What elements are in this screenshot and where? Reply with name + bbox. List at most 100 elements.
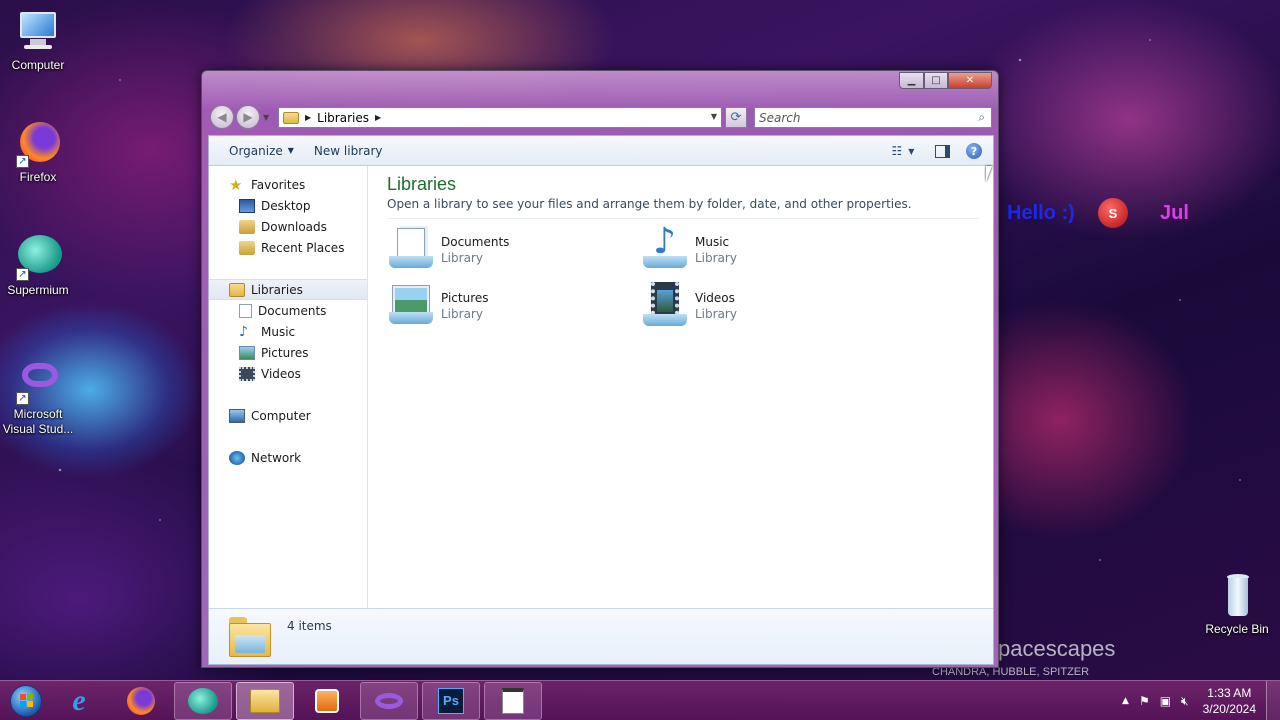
volume-muted-icon[interactable]: 🔇︎ bbox=[1181, 694, 1189, 709]
desktop-icon-firefox[interactable]: ↗ Firefox bbox=[0, 120, 76, 184]
desktop-icon-label: Recycle Bin bbox=[1205, 622, 1269, 636]
libraries-folder-icon bbox=[229, 282, 245, 297]
breadcrumb-libraries[interactable]: Libraries bbox=[317, 111, 369, 125]
recent-pages-chevron-down-icon[interactable]: ▼ bbox=[263, 113, 269, 122]
nav-item-recent-places[interactable]: Recent Places bbox=[209, 237, 367, 258]
chevron-down-icon: ▼ bbox=[287, 146, 294, 155]
shortcut-arrow-icon: ↗ bbox=[16, 392, 29, 405]
nav-item-label: Documents bbox=[258, 303, 327, 318]
search-placeholder: Search bbox=[759, 110, 801, 125]
close-button[interactable]: ✕ bbox=[948, 72, 992, 89]
supermium-icon: ↗ bbox=[14, 233, 62, 281]
address-bar[interactable]: ▶ Libraries ▶ ▼ bbox=[278, 107, 722, 128]
nav-item-pictures[interactable]: Pictures bbox=[209, 342, 367, 363]
forward-button[interactable]: ▶ bbox=[236, 105, 260, 129]
shortcut-arrow-icon: ↗ bbox=[16, 155, 29, 168]
view-controls: ☷ ▼ ? bbox=[875, 140, 985, 162]
desktop-icon-recycle-bin[interactable]: Recycle Bin bbox=[1199, 572, 1275, 636]
desktop-icon bbox=[239, 198, 255, 213]
nav-item-label: Recent Places bbox=[261, 240, 345, 255]
windows-logo-icon bbox=[10, 684, 42, 717]
minimize-button[interactable]: ▁ bbox=[899, 72, 924, 89]
breadcrumb-chevron-right-icon[interactable]: ▶ bbox=[305, 113, 311, 122]
taskbar-internet-explorer[interactable]: e bbox=[50, 682, 108, 720]
refresh-button[interactable]: ⟳ bbox=[725, 107, 747, 128]
show-hidden-icons-chevron-up-icon[interactable]: ▲ bbox=[1122, 696, 1129, 706]
internet-explorer-icon: e bbox=[72, 683, 86, 717]
desktop-icon-computer[interactable]: Computer bbox=[0, 8, 76, 72]
supermium-icon bbox=[188, 687, 218, 714]
taskbar-media-player[interactable] bbox=[298, 682, 356, 720]
visual-studio-icon: ↗ bbox=[14, 357, 62, 405]
desktop-icon-supermium[interactable]: ↗ Supermium bbox=[0, 233, 76, 297]
address-history-chevron-down-icon[interactable]: ▼ bbox=[711, 112, 717, 121]
network-status-icon[interactable]: ▣ bbox=[1160, 694, 1171, 708]
taskbar-windows-explorer[interactable] bbox=[236, 681, 294, 720]
window-controls: ▁ □ ✕ bbox=[899, 72, 992, 89]
library-type: Library bbox=[695, 307, 737, 321]
system-tray: ▲ ⚑ ▣ 🔇︎ 1:33 AM 3/20/2024 bbox=[1112, 681, 1256, 720]
desktop-icon-label: Computer bbox=[11, 58, 65, 72]
nav-item-libraries[interactable]: Libraries bbox=[209, 279, 367, 300]
explorer-window: ▁ □ ✕ ◀ ▶ ▼ ▶ Libraries ▶ ▼ ⟳ Search ⌕ O… bbox=[201, 70, 999, 668]
nav-item-favorites[interactable]: ★ Favorites bbox=[209, 174, 367, 195]
videos-library-icon bbox=[641, 282, 689, 330]
back-button[interactable]: ◀ bbox=[210, 105, 234, 129]
nav-item-downloads[interactable]: Downloads bbox=[209, 216, 367, 237]
libraries-view: Libraries Open a library to see your fil… bbox=[369, 166, 993, 610]
preview-pane-icon bbox=[934, 144, 950, 158]
explorer-content: Organize ▼ New library ☷ ▼ ? ★ Favorites bbox=[208, 135, 994, 665]
nav-item-desktop[interactable]: Desktop bbox=[209, 195, 367, 216]
media-player-icon bbox=[315, 688, 339, 713]
new-library-label: New library bbox=[313, 143, 383, 158]
music-library-icon: ♪ bbox=[641, 224, 689, 274]
page-description: Open a library to see your files and arr… bbox=[387, 197, 979, 219]
library-item-documents[interactable]: Documents Library bbox=[387, 225, 627, 275]
desktop-icon-visual-studio[interactable]: ↗ Microsoft Visual Stud... bbox=[0, 357, 76, 437]
forward-arrow-icon: ▶ bbox=[243, 110, 253, 124]
view-options-icon: ☷ bbox=[891, 144, 903, 158]
nav-item-label: Videos bbox=[261, 366, 301, 381]
search-icon[interactable]: ⌕ bbox=[978, 110, 985, 125]
refresh-icon: ⟳ bbox=[730, 110, 742, 125]
nav-item-network[interactable]: Network bbox=[209, 447, 367, 468]
taskbar-photoshop[interactable]: Ps bbox=[422, 681, 480, 720]
organize-button[interactable]: Organize ▼ bbox=[219, 140, 304, 162]
s-badge[interactable]: S bbox=[1098, 198, 1128, 228]
nav-item-music[interactable]: ♪ Music bbox=[209, 321, 367, 342]
preview-pane-button[interactable] bbox=[931, 140, 953, 162]
library-item-pictures[interactable]: Pictures Library bbox=[387, 281, 627, 331]
library-name: Pictures bbox=[441, 291, 489, 305]
taskbar-supermium[interactable] bbox=[174, 681, 232, 720]
breadcrumb-chevron-right-icon[interactable]: ▶ bbox=[375, 113, 381, 122]
nav-item-computer[interactable]: Computer bbox=[209, 405, 367, 426]
library-item-videos[interactable]: Videos Library bbox=[641, 281, 881, 331]
action-center-flag-icon[interactable]: ⚑ bbox=[1139, 694, 1150, 708]
new-library-button[interactable]: New library bbox=[304, 140, 393, 162]
nav-item-label: Network bbox=[251, 450, 302, 465]
back-arrow-icon: ◀ bbox=[217, 110, 227, 124]
photoshop-icon: Ps bbox=[438, 687, 464, 714]
library-type: Library bbox=[441, 251, 483, 265]
details-pane: 4 items bbox=[209, 608, 993, 664]
page-title: Libraries bbox=[387, 174, 457, 194]
nav-item-documents[interactable]: Documents bbox=[209, 300, 367, 321]
library-item-music[interactable]: ♪ Music Library bbox=[641, 224, 881, 275]
library-name: Videos bbox=[695, 291, 735, 305]
help-button[interactable]: ? bbox=[963, 140, 985, 162]
chevron-down-icon: ▼ bbox=[908, 146, 915, 156]
nav-item-videos[interactable]: Videos bbox=[209, 363, 367, 384]
taskbar-notepad[interactable] bbox=[484, 681, 542, 720]
jul-widget: Jul bbox=[1160, 202, 1189, 224]
taskbar-visual-studio[interactable] bbox=[360, 681, 418, 720]
clock[interactable]: 1:33 AM 3/20/2024 bbox=[1203, 685, 1256, 717]
maximize-button[interactable]: □ bbox=[924, 72, 948, 89]
start-button[interactable] bbox=[6, 681, 46, 720]
taskbar-firefox[interactable] bbox=[112, 682, 170, 720]
search-input[interactable]: Search ⌕ bbox=[754, 107, 992, 128]
minimize-icon: ▁ bbox=[907, 75, 916, 86]
libraries-folder-icon bbox=[227, 615, 273, 659]
show-desktop-button[interactable] bbox=[1266, 681, 1280, 720]
library-grid: Documents Library ♪ Music Library Pictur… bbox=[387, 224, 975, 345]
change-view-button[interactable]: ☷ ▼ bbox=[885, 140, 921, 162]
